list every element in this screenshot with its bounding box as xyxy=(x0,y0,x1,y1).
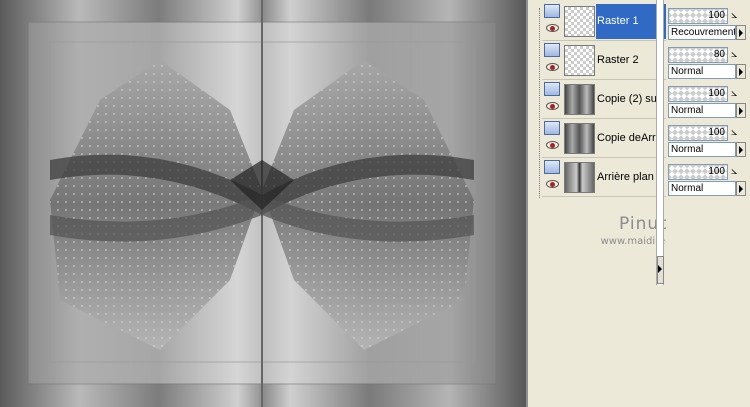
blend-mode-select[interactable]: Normal xyxy=(668,142,736,157)
opacity-field[interactable]: 100 xyxy=(668,86,728,102)
layer-thumbnail xyxy=(564,84,595,115)
opacity-slider-icon[interactable]: ⦣ xyxy=(731,9,737,21)
chevron-right-icon xyxy=(658,265,662,273)
layer-type-icon xyxy=(544,4,560,18)
canvas-artwork xyxy=(0,0,528,407)
blend-mode-dropdown-button[interactable] xyxy=(736,64,746,79)
layer-thumbnail xyxy=(564,162,595,193)
layer-props-row: 100 ⦣ Normal xyxy=(666,82,750,121)
opacity-slider-icon[interactable]: ⦣ xyxy=(731,87,737,99)
visibility-eye-icon[interactable] xyxy=(546,63,559,71)
blend-mode-dropdown-button[interactable] xyxy=(736,142,746,157)
opacity-field[interactable]: 100 xyxy=(668,164,728,180)
layer-props-row: 100 ⦣ Normal xyxy=(666,121,750,160)
layer-type-icon xyxy=(544,43,560,57)
layer-type-icon xyxy=(544,121,560,135)
layer-tree-line xyxy=(539,8,540,198)
opacity-field[interactable]: 80 xyxy=(668,47,728,63)
layer-type-icon xyxy=(544,82,560,96)
psp-workspace: Raster 1 Raster 2 Copie (2) sur Copie de… xyxy=(0,0,750,407)
blend-mode-select[interactable]: Normal xyxy=(668,64,736,79)
opacity-slider-icon[interactable]: ⦣ xyxy=(731,48,737,60)
layer-props-row: 80 ⦣ Normal xyxy=(666,43,750,82)
image-canvas[interactable] xyxy=(0,0,528,407)
layer-properties: 100 ⦣ Recouvrement 80 ⦣ Normal 100 ⦣ Nor… xyxy=(666,0,750,407)
layer-thumbnail xyxy=(564,45,595,76)
blend-mode-dropdown-button[interactable] xyxy=(736,25,746,40)
layer-type-icon xyxy=(544,160,560,174)
blend-mode-dropdown-button[interactable] xyxy=(736,181,746,196)
visibility-eye-icon[interactable] xyxy=(546,24,559,32)
opacity-slider-icon[interactable]: ⦣ xyxy=(731,126,737,138)
layer-thumbnail xyxy=(564,123,595,154)
visibility-eye-icon[interactable] xyxy=(546,102,559,110)
visibility-eye-icon[interactable] xyxy=(546,141,559,149)
blend-mode-select[interactable]: Normal xyxy=(668,103,736,118)
layer-props-row: 100 ⦣ Normal xyxy=(666,160,750,199)
layer-palette: Raster 1 Raster 2 Copie (2) sur Copie de… xyxy=(528,0,750,407)
blend-mode-select[interactable]: Normal xyxy=(668,181,736,196)
layer-props-row: 100 ⦣ Recouvrement xyxy=(666,4,750,43)
layer-panel-splitter[interactable] xyxy=(656,0,664,285)
layer-thumbnail xyxy=(564,6,595,37)
visibility-eye-icon[interactable] xyxy=(546,180,559,188)
blend-mode-dropdown-button[interactable] xyxy=(736,103,746,118)
opacity-field[interactable]: 100 xyxy=(668,125,728,141)
blend-mode-select[interactable]: Recouvrement xyxy=(668,25,736,40)
opacity-field[interactable]: 100 xyxy=(668,8,728,24)
opacity-slider-icon[interactable]: ⦣ xyxy=(731,165,737,177)
